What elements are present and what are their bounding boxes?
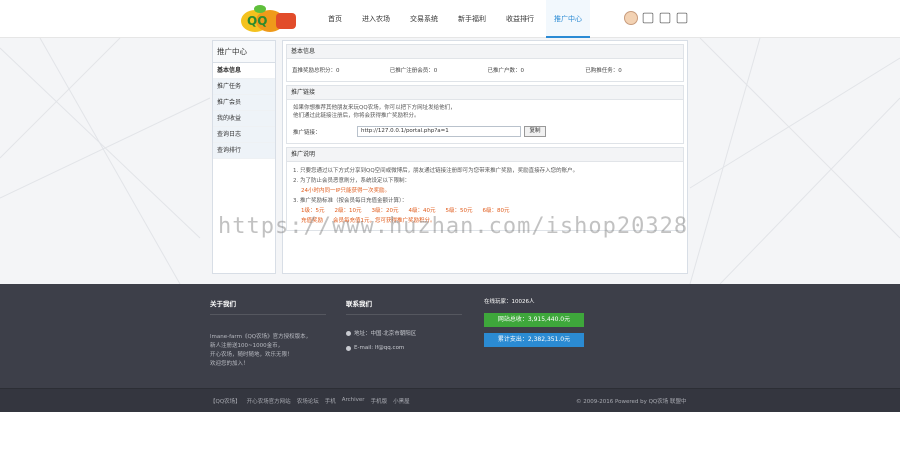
promo-link-field[interactable]: http://127.0.0.1/portal.php?a=1 [357, 126, 521, 137]
footer-about: 关于我们 lmane-farm《QQ农场》官方授权版本， 新人注册送100~10… [210, 298, 326, 369]
bottom-link[interactable]: 开心农场官方网站 [247, 397, 291, 405]
bottom-link[interactable]: 手机 [325, 397, 336, 405]
footer-contact: 联系我们 地址：中国·北京市朝阳区 E-mail: lf@qq.com [346, 298, 462, 351]
rule-line: 1. 只要您通过以下方式分享到QQ空间或微博后，朋友通过链接注册即可为您带来推广… [293, 168, 579, 174]
sidebar-item-members[interactable]: 推广会员 [213, 95, 275, 111]
sidebar-item-logs[interactable]: 查询日志 [213, 127, 275, 143]
bottom-links: 【QQ农场】 开心农场官方网站 农场论坛 手机 Archiver 手机版 小黑屋 [210, 397, 416, 405]
nav-enter-farm[interactable]: 进入农场 [354, 0, 398, 38]
stat-tasks: 已购推任务：0 [585, 68, 622, 74]
watermark: https://www.huzhan.com/ishop20328 [218, 214, 689, 239]
sidebar-item-tasks[interactable]: 推广任务 [213, 79, 275, 95]
footer-heading: 关于我们 [210, 298, 326, 315]
stat-reward-points: 直推奖励总积分：0 [292, 68, 340, 74]
footer: 关于我们 lmane-farm《QQ农场》官方授权版本， 新人注册送100~10… [0, 284, 900, 388]
footer-text: 欢迎您的加入！ [210, 361, 249, 367]
online-count: 在线玩家：10026人 [484, 299, 535, 305]
stat-registered-members: 已推广注册会员：0 [389, 68, 438, 74]
basic-info-panel: 基本信息 直推奖励总积分：0 已推广注册会员：0 已推广户数：0 已购推任务：0 [286, 44, 684, 82]
copyright: © 2009-2016 Powered by QQ农场 联盟中 [576, 399, 687, 405]
site-logo[interactable]: QQ [238, 3, 298, 35]
exit-icon[interactable] [676, 12, 688, 24]
nav-promotion[interactable]: 推广中心 [546, 0, 590, 38]
bottom-link[interactable]: 农场论坛 [297, 397, 319, 405]
page-bottom-space [0, 412, 900, 453]
sidebar-item-earnings[interactable]: 我的收益 [213, 111, 275, 127]
panel-title: 基本信息 [287, 45, 683, 59]
email-text[interactable]: E-mail: lf@qq.com [354, 345, 404, 351]
nav-home[interactable]: 首页 [320, 0, 350, 38]
stat-promoted-count: 已推广户数：0 [487, 68, 525, 74]
nav-trade[interactable]: 交易系统 [402, 0, 446, 38]
panel-title: 推广链接 [287, 86, 683, 100]
location-icon [346, 330, 351, 336]
footer-text: 新人注册送100~1000金币， [210, 343, 284, 349]
footer-stats: 在线玩家：10026人 网站总收：3,915,440.0元 累计支出：2,382… [484, 298, 584, 347]
intro-text: 他们通过此链接注册后，你将会获得推广奖励积分。 [293, 113, 420, 119]
top-header: QQ 首页 进入农场 交易系统 新手福利 收益排行 推广中心 [0, 0, 900, 38]
promo-link-panel: 推广链接 如果你想推荐其他朋友来玩QQ农场，你可以把下方网址发给他们， 他们通过… [286, 85, 684, 144]
sidebar-item-rank[interactable]: 查询排行 [213, 143, 275, 159]
message-icon[interactable] [659, 12, 671, 24]
bell-icon[interactable] [642, 12, 654, 24]
user-toolbar [624, 11, 692, 25]
copy-button[interactable]: 复制 [524, 126, 546, 137]
nav-ranking[interactable]: 收益排行 [498, 0, 542, 38]
rule-line: 3. 推广奖励标准（按会员每日充值金额计算）： [293, 198, 408, 204]
link-label: 推广链接： [293, 129, 321, 136]
bottom-bar: 【QQ农场】 开心农场官方网站 农场论坛 手机 Archiver 手机版 小黑屋… [0, 388, 900, 412]
total-income-badge[interactable]: 网站总收：3,915,440.0元 [484, 313, 584, 327]
nav-newbie[interactable]: 新手福利 [450, 0, 494, 38]
footer-heading: 联系我们 [346, 298, 462, 315]
contact-address: 地址：中国·北京市朝阳区 [346, 329, 462, 337]
rule-line: 2. 为了防止会员恶意刷分，系统设定以下限制： [293, 178, 410, 184]
sidebar-item-basic[interactable]: 基本信息 [213, 63, 275, 79]
svg-text:QQ: QQ [247, 14, 267, 28]
bottom-link[interactable]: 手机版 [371, 397, 388, 405]
panel-title: 推广说明 [287, 148, 683, 162]
intro-text: 如果你想推荐其他朋友来玩QQ农场，你可以把下方网址发给他们， [293, 105, 456, 111]
mail-icon [346, 345, 351, 351]
address-text: 地址：中国·北京市朝阳区 [354, 331, 417, 337]
avatar[interactable] [624, 11, 638, 25]
bottom-link[interactable]: Archiver [342, 397, 365, 405]
bottom-link[interactable]: 小黑屋 [393, 397, 410, 405]
rule-sub: 24小时内同一IP只能获得一次奖励。 [301, 188, 390, 194]
sidebar-title: 推广中心 [213, 41, 275, 63]
total-expense-badge[interactable]: 累计支出：2,382,351.0元 [484, 333, 584, 347]
footer-text: lmane-farm《QQ农场》官方授权版本， [210, 334, 312, 340]
bottom-link[interactable]: 【QQ农场】 [210, 397, 241, 405]
contact-email: E-mail: lf@qq.com [346, 345, 462, 351]
footer-text: 开心农场，随时随地，欢乐无限！ [210, 352, 293, 358]
main-nav: 首页 进入农场 交易系统 新手福利 收益排行 推广中心 [320, 0, 594, 38]
